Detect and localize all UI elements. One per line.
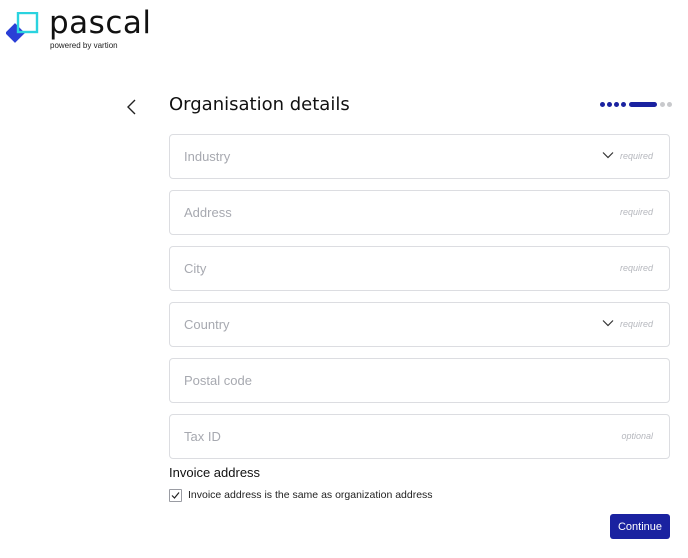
chevron-down-icon [602, 152, 614, 159]
brand-tagline: powered by vartion [50, 41, 118, 50]
same-address-checkbox[interactable] [169, 489, 182, 502]
postal-code-placeholder: Postal code [184, 373, 252, 388]
organisation-form: Industry required Address required City … [169, 134, 670, 470]
same-address-checkbox-row[interactable]: Invoice address is the same as organizat… [169, 489, 433, 502]
required-hint: required [619, 207, 653, 217]
progress-step-todo [667, 102, 672, 107]
required-hint: required [619, 263, 653, 273]
page-title: Organisation details [169, 94, 350, 115]
postal-code-field[interactable]: Postal code [169, 358, 670, 403]
progress-step-done [621, 102, 626, 107]
progress-step-current [629, 102, 657, 107]
industry-select[interactable]: Industry required [169, 134, 670, 179]
tax-id-field[interactable]: Tax ID optional [169, 414, 670, 459]
chevron-left-icon [127, 99, 136, 115]
country-placeholder: Country [184, 317, 230, 332]
back-button[interactable] [122, 95, 142, 119]
required-hint: required [619, 319, 653, 329]
progress-step-done [614, 102, 619, 107]
step-progress-indicator [600, 102, 672, 107]
required-hint: required [619, 151, 653, 161]
progress-step-done [600, 102, 605, 107]
industry-placeholder: Industry [184, 149, 231, 164]
continue-button[interactable]: Continue [610, 514, 670, 539]
same-address-label: Invoice address is the same as organizat… [188, 489, 433, 501]
checkmark-icon [171, 492, 180, 499]
invoice-address-heading: Invoice address [169, 465, 261, 480]
progress-step-todo [660, 102, 665, 107]
address-field[interactable]: Address required [169, 190, 670, 235]
chevron-down-icon [602, 320, 614, 327]
city-field[interactable]: City required [169, 246, 670, 291]
optional-hint: optional [621, 431, 653, 441]
progress-step-done [607, 102, 612, 107]
address-placeholder: Address [184, 205, 232, 220]
country-select[interactable]: Country required [169, 302, 670, 347]
city-placeholder: City [184, 261, 207, 276]
pascal-logo-icon [6, 12, 39, 43]
brand-name: pascal [49, 5, 152, 41]
tax-id-placeholder: Tax ID [184, 429, 221, 444]
logo: pascal powered by vartion [6, 5, 166, 56]
